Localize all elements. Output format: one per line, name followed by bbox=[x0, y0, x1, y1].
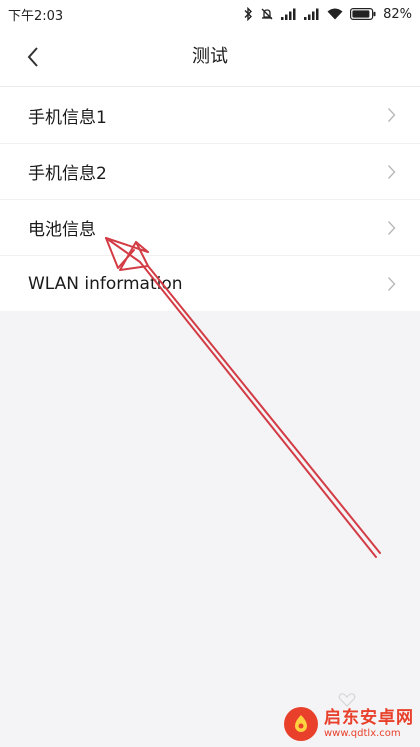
list-item-label: 手机信息1 bbox=[28, 107, 107, 128]
list-item-phone-info-2[interactable]: 手机信息2 bbox=[0, 143, 420, 199]
watermark-title: 启东安卓网 bbox=[324, 708, 414, 729]
watermark-logo-icon bbox=[284, 707, 318, 741]
settings-list: 手机信息1 手机信息2 电池信息 WLAN information bbox=[0, 87, 420, 311]
signal-icon bbox=[281, 8, 296, 20]
chevron-right-icon bbox=[387, 107, 396, 123]
list-item-label: 电池信息 bbox=[28, 220, 96, 240]
watermark-url: www.qdtlx.com bbox=[324, 727, 401, 739]
list-item-label: WLAN information bbox=[28, 273, 183, 294]
watermark: 启东安卓网 www.qdtlx.com bbox=[284, 707, 414, 741]
status-bar: 下午2:03 82% bbox=[0, 0, 420, 28]
chevron-right-icon bbox=[387, 164, 396, 180]
list-item-phone-info-1[interactable]: 手机信息1 bbox=[0, 87, 420, 143]
list-item-wlan-information[interactable]: WLAN information bbox=[0, 255, 420, 311]
page-title: 测试 bbox=[192, 46, 228, 67]
watermark-heart-icon bbox=[338, 693, 356, 707]
chevron-left-icon bbox=[27, 47, 38, 67]
list-item-label: 手机信息2 bbox=[28, 164, 107, 184]
wifi-icon bbox=[327, 8, 343, 20]
chevron-right-icon bbox=[387, 220, 396, 236]
battery-icon bbox=[350, 8, 376, 20]
back-button[interactable] bbox=[16, 42, 50, 72]
status-time: 下午2:03 bbox=[8, 9, 64, 24]
header-bar: 测试 bbox=[0, 28, 420, 86]
signal-icon bbox=[304, 8, 319, 20]
screen: 下午2:03 82% 测试 手机信息1 手机信息2 电池信息 WLAN info… bbox=[0, 0, 420, 747]
chevron-right-icon bbox=[387, 276, 396, 292]
mute-icon bbox=[261, 8, 273, 20]
battery-percent: 82% bbox=[383, 6, 412, 22]
list-item-battery-info[interactable]: 电池信息 bbox=[0, 199, 420, 255]
watermark-text: 启东安卓网 www.qdtlx.com bbox=[324, 709, 414, 739]
status-icons: 82% bbox=[243, 4, 412, 24]
bluetooth-icon bbox=[244, 7, 253, 21]
